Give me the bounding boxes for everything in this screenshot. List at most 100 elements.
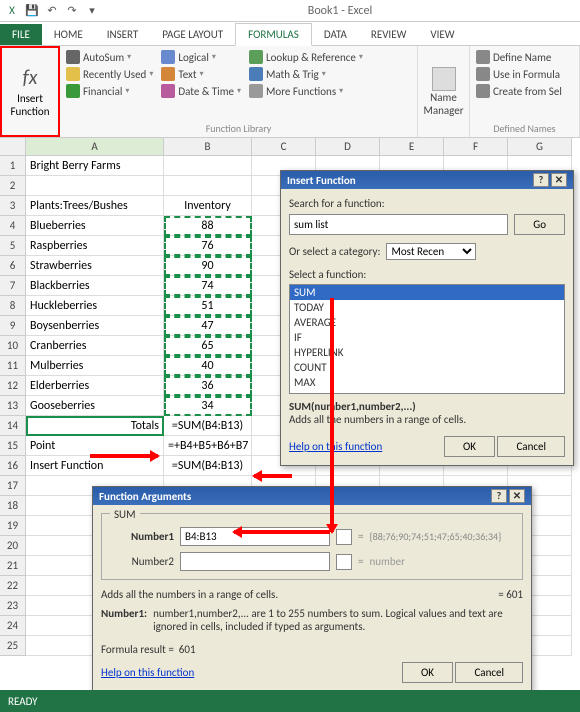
row-header[interactable]: 8 bbox=[0, 296, 26, 316]
insert-function-button[interactable]: fx InsertFunction bbox=[0, 46, 60, 137]
row-header[interactable]: 13 bbox=[0, 396, 26, 416]
cell[interactable]: 76 bbox=[164, 236, 252, 256]
undo-icon[interactable]: ↶ bbox=[44, 3, 60, 19]
cancel-button[interactable]: Cancel bbox=[455, 662, 523, 683]
row-header[interactable]: 10 bbox=[0, 336, 26, 356]
collapse-icon[interactable] bbox=[336, 554, 352, 570]
cell[interactable]: Inventory bbox=[164, 196, 252, 216]
category-select[interactable]: Most Recen bbox=[386, 243, 476, 260]
row-header[interactable]: 22 bbox=[0, 576, 26, 596]
help-link[interactable]: Help on this function bbox=[289, 440, 382, 453]
row-header[interactable]: 4 bbox=[0, 216, 26, 236]
cell[interactable]: Insert Function bbox=[26, 456, 164, 476]
create-from-selection-button[interactable]: Create from Sel bbox=[476, 84, 573, 98]
cell[interactable]: Huckleberries bbox=[26, 296, 164, 316]
dialog-help-button[interactable]: ? bbox=[491, 489, 507, 503]
ok-button[interactable]: OK bbox=[444, 436, 495, 457]
row-header[interactable]: 25 bbox=[0, 636, 26, 656]
cell[interactable]: Boysenberries bbox=[26, 316, 164, 336]
row-header[interactable]: 19 bbox=[0, 516, 26, 536]
cell[interactable]: Raspberries bbox=[26, 236, 164, 256]
tab-view[interactable]: VIEW bbox=[418, 24, 466, 45]
tab-formulas[interactable]: FORMULAS bbox=[235, 23, 312, 46]
cell[interactable]: Point bbox=[26, 436, 164, 456]
cell[interactable]: 36 bbox=[164, 376, 252, 396]
cell[interactable]: 88 bbox=[164, 216, 252, 236]
use-in-formula-button[interactable]: Use in Formula bbox=[476, 67, 573, 81]
row-header[interactable]: 6 bbox=[0, 256, 26, 276]
text-button[interactable]: Text▾ bbox=[161, 67, 241, 81]
row-header[interactable]: 24 bbox=[0, 616, 26, 636]
row-header[interactable]: 14 bbox=[0, 416, 26, 436]
row-header[interactable]: 18 bbox=[0, 496, 26, 516]
tab-page-layout[interactable]: PAGE LAYOUT bbox=[150, 24, 235, 45]
cell[interactable]: 90 bbox=[164, 256, 252, 276]
cell[interactable]: =SUM(B4:B13) bbox=[164, 456, 252, 476]
tab-file[interactable]: FILE bbox=[0, 24, 42, 45]
row-header[interactable]: 9 bbox=[0, 316, 26, 336]
row-header[interactable]: 12 bbox=[0, 376, 26, 396]
dialog-close-button[interactable]: ✕ bbox=[509, 489, 525, 503]
tab-data[interactable]: DATA bbox=[312, 24, 359, 45]
cell[interactable]: 65 bbox=[164, 336, 252, 356]
logical-button[interactable]: Logical▾ bbox=[161, 50, 241, 64]
redo-icon[interactable]: ↷ bbox=[64, 3, 80, 19]
cell[interactable]: =SUM(B4:B13) bbox=[164, 416, 252, 436]
cell[interactable]: Gooseberries bbox=[26, 396, 164, 416]
dialog-close-button[interactable]: ✕ bbox=[551, 173, 567, 187]
column-header-g[interactable]: G bbox=[508, 138, 572, 156]
cell[interactable]: Bright Berry Farms bbox=[26, 156, 164, 176]
column-header-d[interactable]: D bbox=[316, 138, 380, 156]
ok-button[interactable]: OK bbox=[402, 662, 453, 683]
tab-insert[interactable]: INSERT bbox=[95, 24, 151, 45]
save-icon[interactable]: 💾 bbox=[24, 3, 40, 19]
row-header[interactable]: 20 bbox=[0, 536, 26, 556]
cell[interactable]: Totals bbox=[26, 416, 164, 436]
cell[interactable]: 34 bbox=[164, 396, 252, 416]
cell[interactable]: Cranberries bbox=[26, 336, 164, 356]
tab-review[interactable]: REVIEW bbox=[359, 24, 419, 45]
cell[interactable]: Elderberries bbox=[26, 376, 164, 396]
row-header[interactable]: 17 bbox=[0, 476, 26, 496]
cell[interactable]: 47 bbox=[164, 316, 252, 336]
define-name-button[interactable]: Define Name bbox=[476, 50, 573, 64]
go-button[interactable]: Go bbox=[514, 214, 565, 235]
recently-used-button[interactable]: Recently Used▾ bbox=[66, 67, 153, 81]
cell[interactable]: 74 bbox=[164, 276, 252, 296]
cell[interactable]: 51 bbox=[164, 296, 252, 316]
collapse-icon[interactable] bbox=[336, 529, 352, 545]
row-header[interactable]: 21 bbox=[0, 556, 26, 576]
cell[interactable]: Mulberries bbox=[26, 356, 164, 376]
column-header-a[interactable]: A bbox=[26, 138, 164, 156]
name-manager-button[interactable]: NameManager bbox=[418, 46, 470, 137]
lookup-button[interactable]: Lookup & Reference▾ bbox=[249, 50, 363, 64]
tab-home[interactable]: HOME bbox=[42, 24, 95, 45]
financial-button[interactable]: Financial▾ bbox=[66, 84, 153, 98]
autosum-button[interactable]: AutoSum▾ bbox=[66, 50, 153, 64]
qat-more-icon[interactable]: ▾ bbox=[84, 3, 100, 19]
math-trig-button[interactable]: Math & Trig▾ bbox=[249, 67, 363, 81]
column-header-b[interactable]: B bbox=[164, 138, 252, 156]
select-all-triangle[interactable] bbox=[0, 138, 26, 156]
cell[interactable]: Blueberries bbox=[26, 216, 164, 236]
cell[interactable]: Plants:Trees/Bushes bbox=[26, 196, 164, 216]
row-header[interactable]: 16 bbox=[0, 456, 26, 476]
row-header[interactable]: 2 bbox=[0, 176, 26, 196]
row-header[interactable]: 11 bbox=[0, 356, 26, 376]
column-header-e[interactable]: E bbox=[380, 138, 444, 156]
cell[interactable]: Blackberries bbox=[26, 276, 164, 296]
row-header[interactable]: 23 bbox=[0, 596, 26, 616]
cell[interactable]: =+B4+B5+B6+B7 bbox=[164, 436, 252, 456]
dialog-help-button[interactable]: ? bbox=[533, 173, 549, 187]
cell[interactable] bbox=[164, 176, 252, 196]
more-functions-button[interactable]: More Functions▾ bbox=[249, 84, 363, 98]
column-header-f[interactable]: F bbox=[444, 138, 508, 156]
search-function-input[interactable] bbox=[289, 214, 508, 235]
help-link[interactable]: Help on this function bbox=[101, 666, 194, 679]
date-time-button[interactable]: Date & Time▾ bbox=[161, 84, 241, 98]
cancel-button[interactable]: Cancel bbox=[497, 436, 565, 457]
cell[interactable]: Strawberries bbox=[26, 256, 164, 276]
cell[interactable] bbox=[164, 156, 252, 176]
row-header[interactable]: 3 bbox=[0, 196, 26, 216]
cell[interactable]: 40 bbox=[164, 356, 252, 376]
